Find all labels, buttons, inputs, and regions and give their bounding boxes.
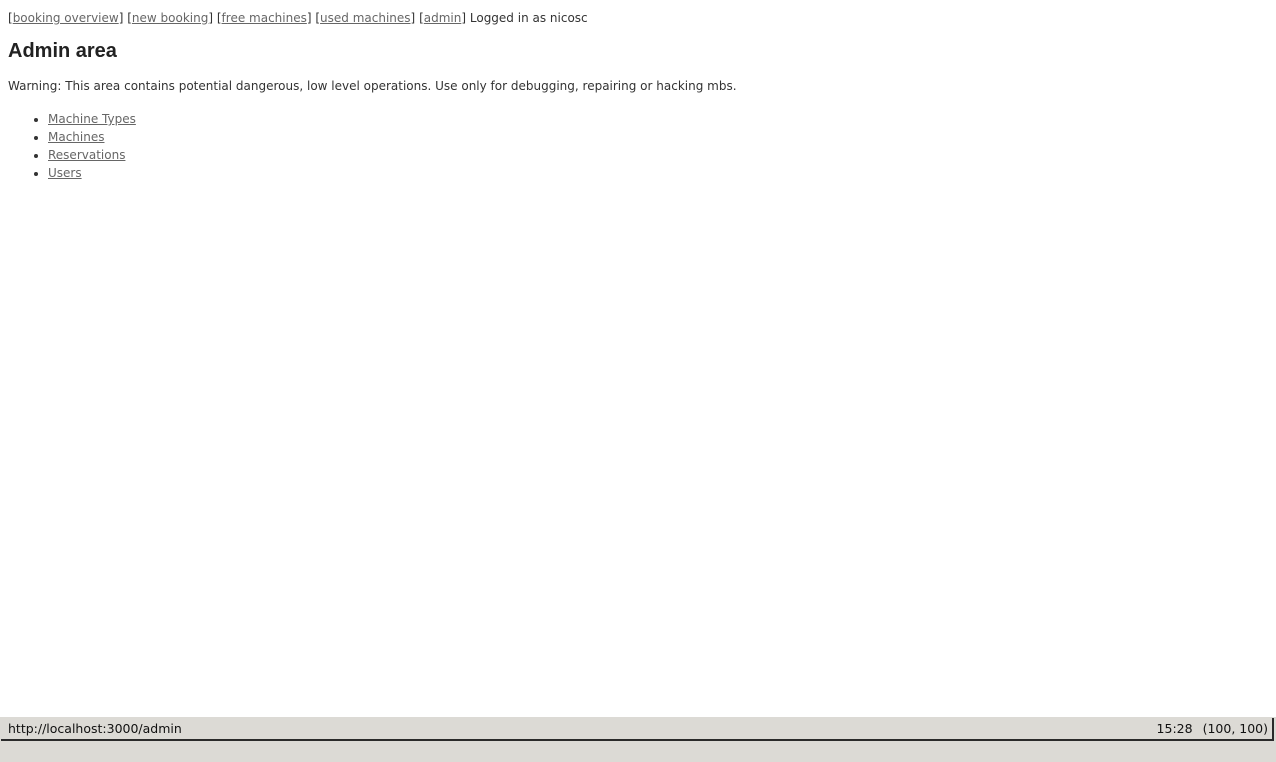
nav-link-used-machines[interactable]: used machines <box>320 11 411 25</box>
page-title: Admin area <box>8 40 117 62</box>
admin-link-machine-types[interactable]: Machine Types <box>48 112 136 126</box>
page-content: [booking overview] [new booking] [free m… <box>0 0 1276 717</box>
list-item: Machine Types <box>48 110 136 128</box>
status-url: http://localhost:3000/admin <box>8 721 182 736</box>
admin-links-list: Machine Types Machines Reservations User… <box>0 110 136 182</box>
admin-link-users[interactable]: Users <box>48 166 82 180</box>
nav-link-booking-overview[interactable]: booking overview <box>13 11 119 25</box>
list-item: Machines <box>48 128 136 146</box>
status-right-info: 15:28 (100, 100) <box>1157 721 1268 737</box>
browser-status-bar: http://localhost:3000/admin 15:28 (100, 1… <box>0 717 1276 762</box>
logged-in-status: Logged in as nicosc <box>469 11 588 25</box>
admin-link-reservations[interactable]: Reservations <box>48 148 125 162</box>
admin-link-machines[interactable]: Machines <box>48 130 104 144</box>
list-item: Users <box>48 164 136 182</box>
nav-link-admin[interactable]: admin <box>424 11 462 25</box>
top-navigation: [booking overview] [new booking] [free m… <box>8 11 588 25</box>
nav-link-new-booking[interactable]: new booking <box>132 11 208 25</box>
status-bar-panel: http://localhost:3000/admin 15:28 (100, 1… <box>1 718 1274 741</box>
status-coords: (100, 100) <box>1202 721 1268 736</box>
warning-text: Warning: This area contains potential da… <box>8 79 737 93</box>
list-item: Reservations <box>48 146 136 164</box>
status-time: 15:28 <box>1156 721 1193 736</box>
nav-link-free-machines[interactable]: free machines <box>222 11 307 25</box>
